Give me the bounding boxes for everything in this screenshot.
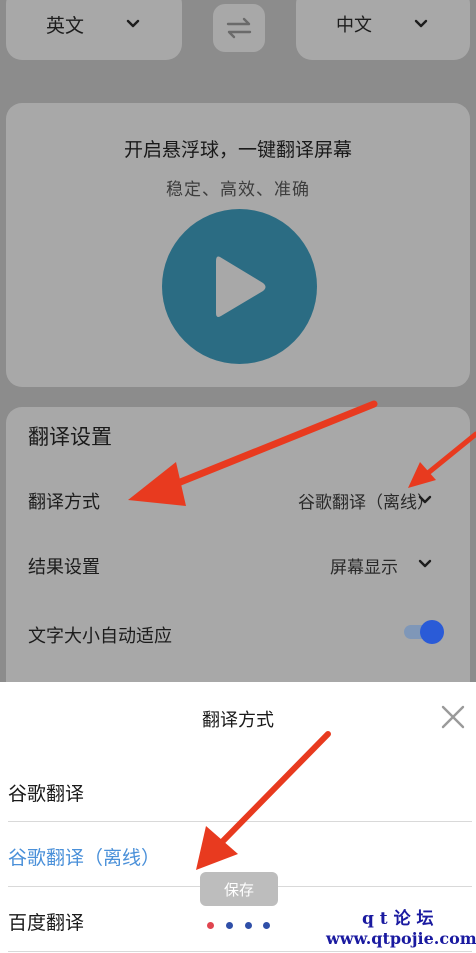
loading-dot bbox=[245, 922, 252, 929]
translation-method-sheet: 翻译方式 谷歌翻译 谷歌翻译（离线） 百度翻译 保存 q t 论 坛 www.q… bbox=[0, 682, 476, 953]
auto-font-size-label: 文字大小自动适应 bbox=[28, 626, 172, 647]
save-toast-text: 保存 bbox=[223, 880, 254, 899]
translation-method-label: 翻译方式 bbox=[28, 492, 100, 513]
sheet-title: 翻译方式 bbox=[202, 710, 274, 731]
swap-arrows-icon bbox=[226, 17, 252, 39]
target-language-selector[interactable]: 中文 bbox=[296, 0, 470, 60]
swap-languages-button[interactable] bbox=[213, 4, 265, 52]
loading-dots bbox=[207, 922, 271, 930]
save-toast: 保存 bbox=[200, 872, 278, 906]
watermark-line2: www.qtpojie.com bbox=[326, 929, 476, 948]
floating-ball-subtitle: 稳定、高效、准确 bbox=[166, 180, 310, 200]
option-baidu-translate[interactable]: 百度翻译 bbox=[8, 908, 84, 935]
play-icon bbox=[215, 256, 265, 317]
translation-method-selector[interactable]: 谷歌翻译（离线） bbox=[298, 488, 434, 513]
auto-font-size-toggle[interactable] bbox=[404, 620, 444, 644]
close-icon bbox=[441, 705, 465, 729]
chevron-down-icon bbox=[418, 495, 432, 504]
chevron-down-icon bbox=[418, 559, 432, 568]
chevron-down-icon bbox=[414, 19, 428, 28]
loading-dot bbox=[226, 922, 233, 929]
target-language-label: 中文 bbox=[336, 15, 372, 36]
close-button[interactable] bbox=[438, 702, 468, 732]
source-language-label: 英文 bbox=[45, 14, 84, 37]
source-language-selector[interactable]: 英文 bbox=[6, 0, 182, 60]
result-setting-label: 结果设置 bbox=[28, 557, 100, 578]
loading-dot bbox=[263, 922, 270, 929]
option-google-translate[interactable]: 谷歌翻译 bbox=[8, 779, 84, 806]
divider bbox=[8, 821, 472, 822]
translation-method-value: 谷歌翻译（离线） bbox=[298, 493, 434, 513]
settings-heading: 翻译设置 bbox=[28, 425, 112, 449]
start-floating-ball-button[interactable] bbox=[162, 209, 317, 364]
result-setting-value: 屏幕显示 bbox=[330, 558, 398, 578]
toggle-knob bbox=[420, 620, 444, 644]
translation-settings-card: 翻译设置 翻译方式 谷歌翻译（离线） 结果设置 屏幕显示 文字大小自动适应 bbox=[6, 407, 470, 707]
chevron-down-icon bbox=[126, 19, 140, 28]
divider bbox=[8, 951, 472, 952]
loading-dot bbox=[207, 922, 214, 929]
floating-ball-card: 开启悬浮球，一键翻译屏幕 稳定、高效、准确 bbox=[6, 103, 470, 387]
option-google-translate-offline[interactable]: 谷歌翻译（离线） bbox=[8, 843, 160, 870]
floating-ball-title: 开启悬浮球，一键翻译屏幕 bbox=[123, 139, 352, 161]
result-setting-selector[interactable]: 屏幕显示 bbox=[330, 553, 398, 578]
watermark-line1: q t 论 坛 bbox=[362, 909, 434, 929]
